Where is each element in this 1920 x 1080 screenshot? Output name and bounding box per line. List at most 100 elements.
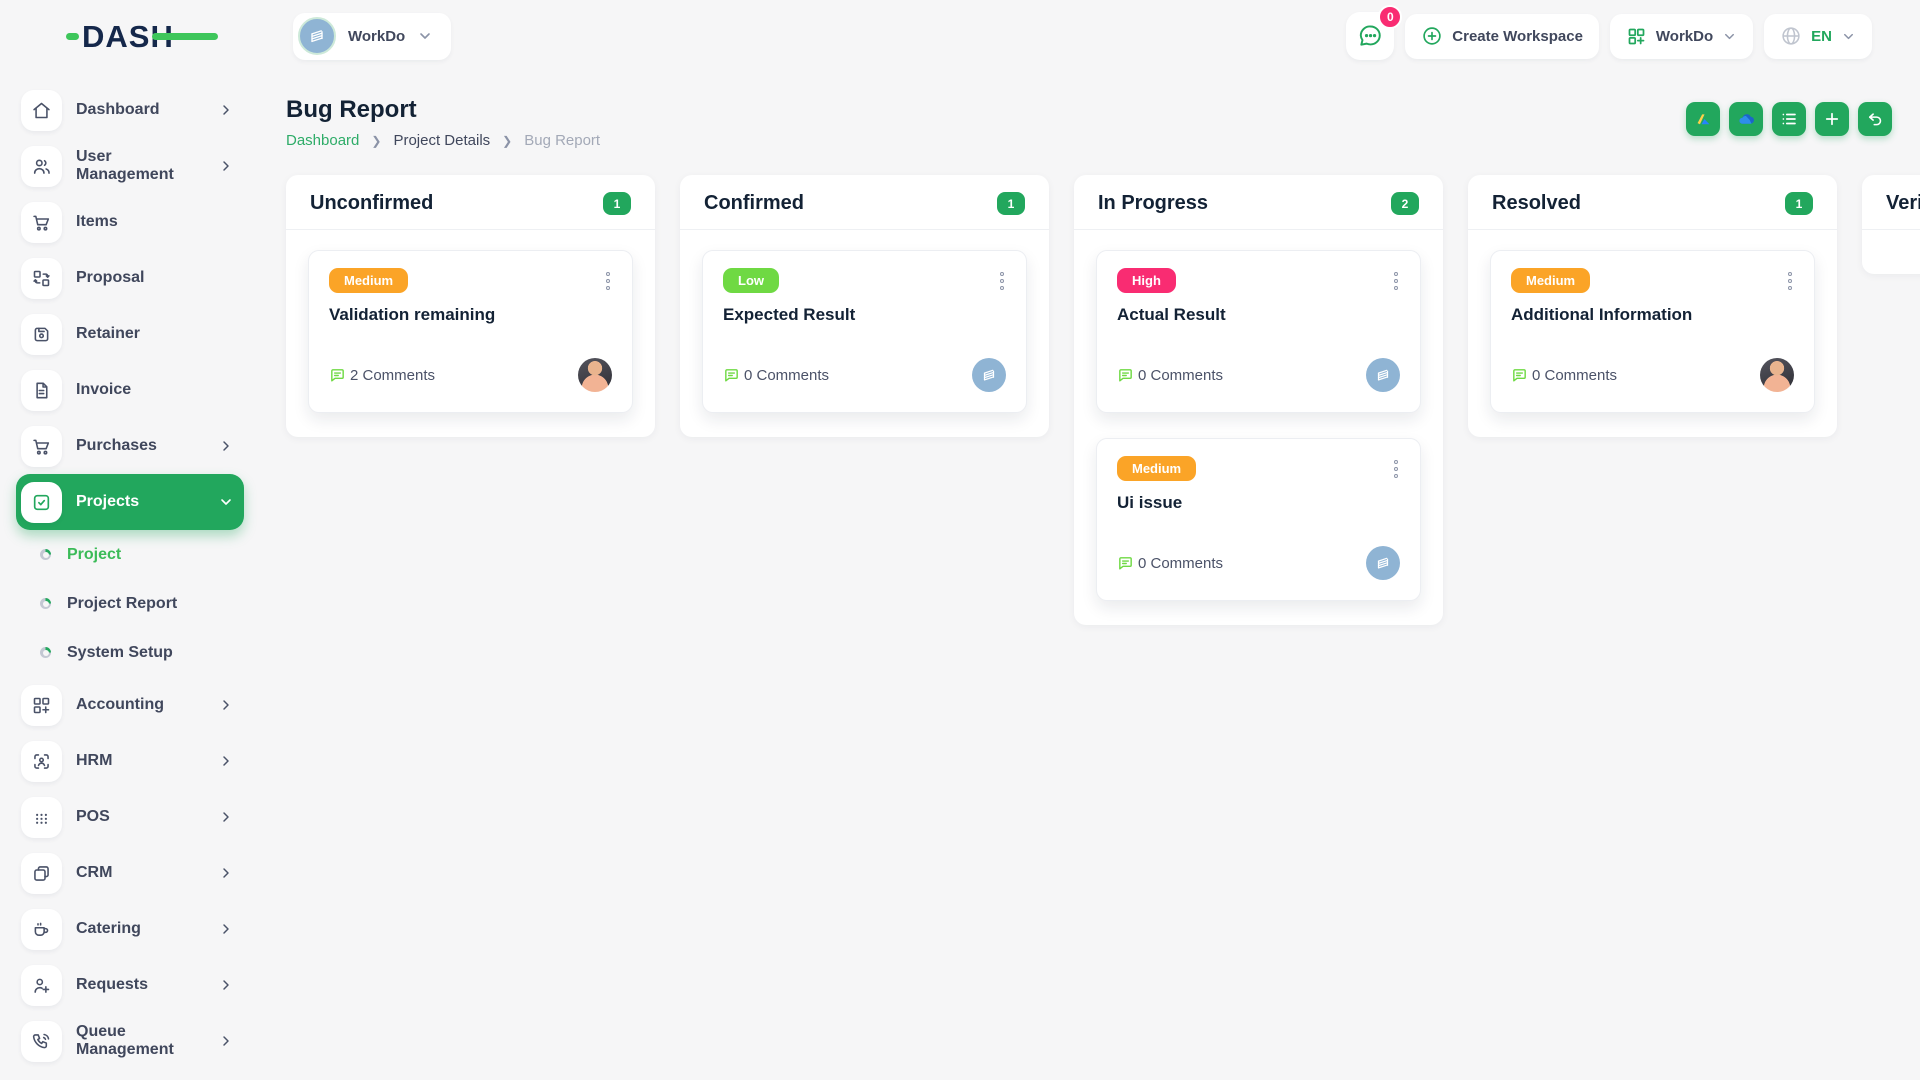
chevron-right-icon <box>218 158 234 174</box>
chevron-right-icon <box>218 865 234 881</box>
toolbar <box>1686 102 1892 136</box>
sidebar-item-pos[interactable]: POS <box>16 789 244 845</box>
topbar: DASH WorkDo 0 Create Workspace WorkDo EN <box>0 0 1920 72</box>
sidebar-item-invoice[interactable]: Invoice <box>16 362 244 418</box>
create-workspace-button[interactable]: Create Workspace <box>1405 14 1599 59</box>
bullet-icon <box>40 549 51 560</box>
copy-squares-icon <box>21 853 62 894</box>
breadcrumb-current: Bug Report <box>524 132 600 149</box>
cart-icon <box>21 426 62 467</box>
sidebar-item-projects[interactable]: Projects <box>16 474 244 530</box>
card-menu-button[interactable] <box>998 268 1006 294</box>
kanban-card[interactable]: Medium Validation remaining 2 Comments <box>308 250 633 413</box>
card-menu-button[interactable] <box>1786 268 1794 294</box>
sidebar-item-crm[interactable]: CRM <box>16 845 244 901</box>
chevron-right-icon <box>218 753 234 769</box>
comments-count: 0 Comments <box>1117 555 1223 572</box>
card-title: Actual Result <box>1117 305 1400 325</box>
kanban-card[interactable]: Low Expected Result 0 Comments <box>702 250 1027 413</box>
bullet-icon <box>40 598 51 609</box>
topbar-right: 0 Create Workspace WorkDo EN <box>1346 12 1920 60</box>
logo-text: DASH <box>82 21 174 52</box>
comment-icon <box>1117 555 1134 572</box>
sidebar-item-user-management[interactable]: User Management <box>16 138 244 194</box>
column-confirmed: Confirmed 1 Low Expected Result 0 Commen… <box>680 175 1049 437</box>
language-selector[interactable]: EN <box>1764 14 1872 59</box>
comments-count: 0 Comments <box>1511 367 1617 384</box>
plus-icon <box>1823 110 1841 128</box>
sidebar-subitem-system-setup[interactable]: System Setup <box>16 628 244 677</box>
sidebar-item-hrm[interactable]: HRM <box>16 733 244 789</box>
sidebar: Dashboard User Management Items Proposal… <box>0 72 258 1080</box>
google-drive-button[interactable] <box>1686 102 1720 136</box>
dash-logo[interactable]: DASH <box>0 21 214 52</box>
workspace-avatar <box>1366 546 1400 580</box>
phone-icon <box>21 1021 62 1062</box>
chevron-down-icon <box>1841 29 1856 44</box>
sidebar-item-retainer[interactable]: Retainer <box>16 306 244 362</box>
file-text-icon <box>21 370 62 411</box>
chat-bubble-icon <box>1357 23 1383 49</box>
onedrive-icon <box>1736 109 1757 130</box>
dots-grid-icon <box>21 797 62 838</box>
checkbox-icon <box>21 482 62 523</box>
kanban-card[interactable]: Medium Ui issue 0 Comments <box>1096 438 1421 601</box>
card-title: Expected Result <box>723 305 1006 325</box>
users-icon <box>21 146 62 187</box>
sidebar-item-catering[interactable]: Catering <box>16 901 244 957</box>
card-menu-button[interactable] <box>1392 268 1400 294</box>
kanban-card[interactable]: Medium Additional Information 0 Comments <box>1490 250 1815 413</box>
card-menu-button[interactable] <box>1392 456 1400 482</box>
comment-icon <box>723 367 740 384</box>
sidebar-item-dashboard[interactable]: Dashboard <box>16 82 244 138</box>
undo-arrow-icon <box>1866 110 1884 128</box>
swap-squares-icon <box>21 258 62 299</box>
breadcrumb-project-details[interactable]: Project Details <box>393 132 490 149</box>
sidebar-item-items[interactable]: Items <box>16 194 244 250</box>
column-header: Unconfirmed 1 <box>286 175 655 230</box>
sidebar-item-accounting[interactable]: Accounting <box>16 677 244 733</box>
sidebar-item-requests[interactable]: Requests <box>16 957 244 1013</box>
back-button[interactable] <box>1858 102 1892 136</box>
chevron-right-icon <box>218 809 234 825</box>
chevron-down-icon <box>218 494 234 510</box>
breadcrumb-dashboard[interactable]: Dashboard <box>286 132 359 149</box>
sidebar-subitem-project[interactable]: Project <box>16 530 244 579</box>
priority-badge: Medium <box>1511 268 1590 293</box>
add-button[interactable] <box>1815 102 1849 136</box>
onedrive-button[interactable] <box>1729 102 1763 136</box>
count-badge: 1 <box>997 192 1025 215</box>
comments-count: 0 Comments <box>1117 367 1223 384</box>
home-icon <box>21 90 62 131</box>
page-header: Bug Report Dashboard ❯ Project Details ❯… <box>286 96 1920 149</box>
comments-count: 0 Comments <box>723 367 829 384</box>
grid-plus-icon <box>1626 26 1647 47</box>
column-header: In Progress 2 <box>1074 175 1443 230</box>
building-icon <box>298 17 336 55</box>
user-plus-icon <box>21 965 62 1006</box>
list-view-button[interactable] <box>1772 102 1806 136</box>
sidebar-item-purchases[interactable]: Purchases <box>16 418 244 474</box>
workspace-avatar <box>972 358 1006 392</box>
priority-badge: Medium <box>1117 456 1196 481</box>
card-menu-button[interactable] <box>604 268 612 294</box>
sidebar-item-queue-management[interactable]: Queue Management <box>16 1013 244 1069</box>
card-title: Additional Information <box>1511 305 1794 325</box>
language-label: EN <box>1811 28 1832 45</box>
cart-icon <box>21 202 62 243</box>
floppy-icon <box>21 314 62 355</box>
count-badge: 1 <box>603 192 631 215</box>
column-resolved: Resolved 1 Medium Additional Information… <box>1468 175 1837 437</box>
coffee-icon <box>21 909 62 950</box>
workdo-menu-label: WorkDo <box>1656 28 1713 45</box>
workspace-selector[interactable]: WorkDo <box>293 13 451 60</box>
comments-count: 2 Comments <box>329 367 435 384</box>
bullet-icon <box>40 647 51 658</box>
sidebar-item-proposal[interactable]: Proposal <box>16 250 244 306</box>
sidebar-subitem-project-report[interactable]: Project Report <box>16 579 244 628</box>
count-badge: 1 <box>1785 192 1813 215</box>
workdo-menu-button[interactable]: WorkDo <box>1610 14 1753 59</box>
kanban-card[interactable]: High Actual Result 0 Comments <box>1096 250 1421 413</box>
messages-button[interactable]: 0 <box>1346 12 1394 60</box>
chevron-right-icon <box>218 1033 234 1049</box>
